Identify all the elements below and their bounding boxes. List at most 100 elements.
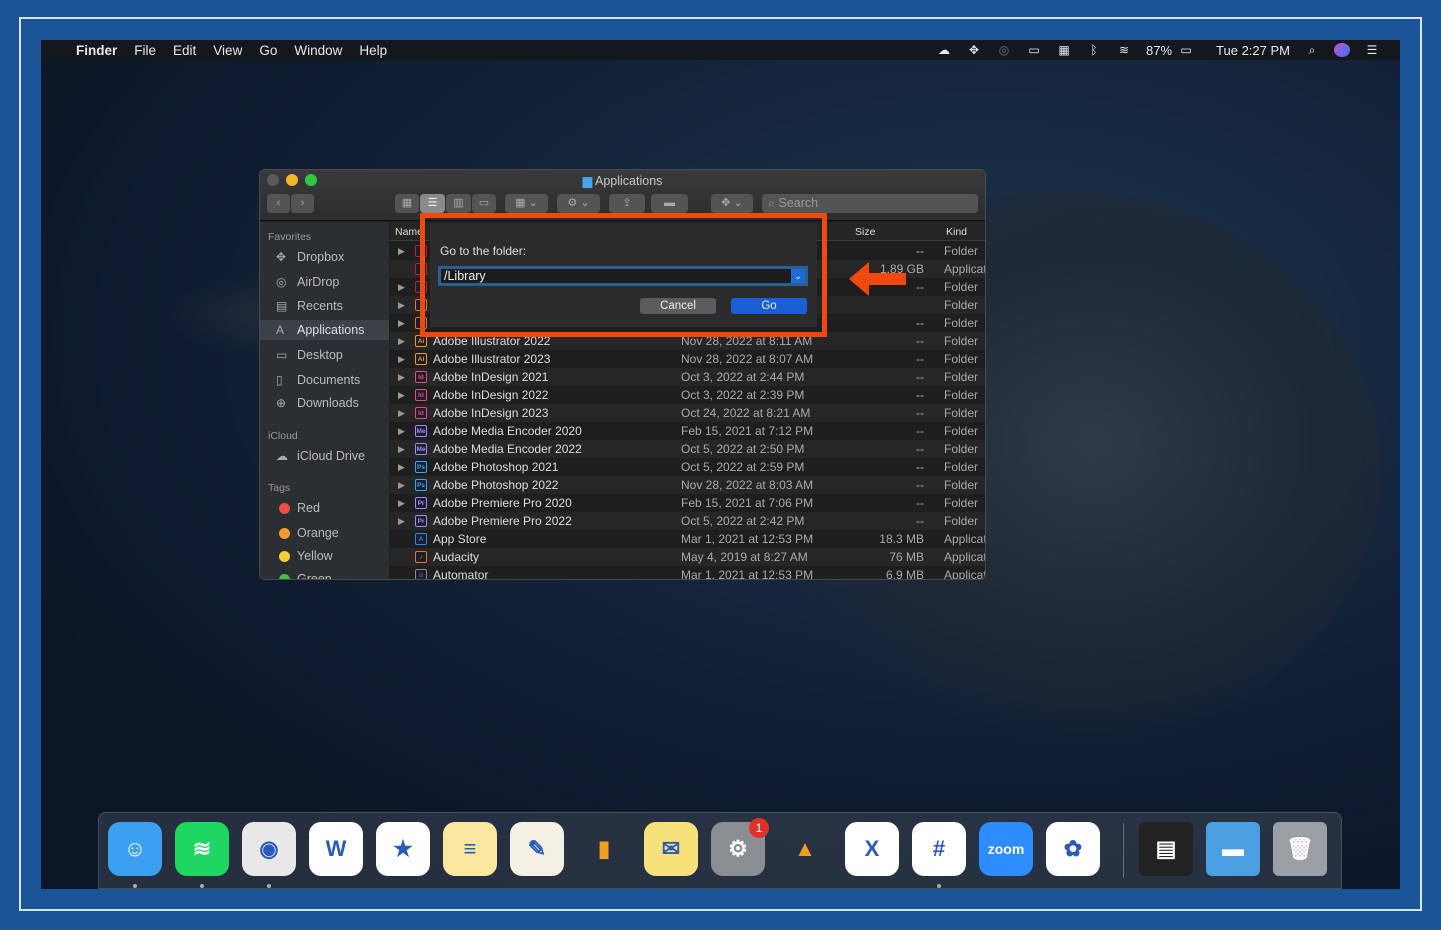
sidebar-item-applications[interactable]: A Applications [260, 320, 389, 340]
notification-center-icon[interactable]: ☰ [1364, 43, 1380, 57]
table-row[interactable]: A App Store Mar 1, 2021 at 12:53 PM 18.3 MB… [390, 530, 985, 548]
share-button[interactable]: ⇪ [609, 194, 645, 213]
chevron-down-icon[interactable]: ⌄ [791, 269, 805, 283]
dropbox-icon[interactable]: ✥ [966, 43, 982, 57]
disclosure-triangle-icon[interactable]: ▶ [398, 350, 405, 368]
go-button[interactable]: Go [731, 298, 807, 314]
disclosure-triangle-icon[interactable]: ▶ [398, 386, 405, 404]
search-icon[interactable]: ⌕ [1304, 43, 1320, 57]
spotify-icon[interactable]: ≋ [175, 822, 229, 876]
numbers-icon[interactable]: ▮ [577, 822, 631, 876]
file-size: 18.3 MB [879, 532, 924, 546]
menu-window[interactable]: Window [294, 43, 342, 58]
menu-file[interactable]: File [134, 43, 156, 58]
disclosure-triangle-icon[interactable]: ▶ [398, 332, 405, 350]
screenshot-icon[interactable]: ▤ [1139, 822, 1193, 876]
sidebar-item-airdrop[interactable]: ◎ AirDrop [260, 272, 389, 292]
menu-view[interactable]: View [213, 43, 242, 58]
sidebar-item-recents[interactable]: ▤ Recents [260, 296, 389, 316]
battery-icon[interactable]: ▭ [1176, 43, 1196, 57]
table-row[interactable]: ▶ Ps Adobe Photoshop 2021 Oct 5, 2022 at 2:… [390, 458, 985, 476]
table-row[interactable]: ▶ Id Adobe InDesign 2021 Oct 3, 2022 at 2:4… [390, 368, 985, 386]
pages-icon[interactable]: ✎ [510, 822, 564, 876]
list-view-button[interactable]: ☰ [420, 194, 445, 213]
disclosure-triangle-icon[interactable]: ▶ [398, 440, 405, 458]
file-size: -- [916, 406, 924, 420]
group-button[interactable]: ▦ ⌄ [505, 194, 548, 213]
finder-icon[interactable]: ☺ [108, 822, 162, 876]
cancel-button[interactable]: Cancel [640, 298, 716, 314]
chrome-icon[interactable]: ◉ [242, 822, 296, 876]
sidebar-tag-orange[interactable]: Orange [260, 523, 389, 543]
gallery-view-button[interactable]: ▭ [472, 194, 496, 213]
wifi-icon[interactable]: ≋ [1116, 43, 1132, 57]
column-view-button[interactable]: ▥ [446, 194, 471, 213]
sidebar-item-icloud-drive[interactable]: ☁ iCloud Drive [260, 446, 389, 466]
photos-icon[interactable]: ✿ [1046, 822, 1100, 876]
stickies-icon[interactable]: ✉ [644, 822, 698, 876]
table-row[interactable]: ▶ Me Adobe Media Encoder 2022 Oct 5, 2022 a… [390, 440, 985, 458]
folder-path-input[interactable]: /Library ⌄ [438, 266, 808, 286]
disclosure-triangle-icon[interactable]: ▶ [398, 278, 405, 296]
table-row[interactable]: ▶ Pr Adobe Premiere Pro 2020 Feb 15, 2021 a… [390, 494, 985, 512]
file-name: Adobe Photoshop 2022 [433, 478, 559, 492]
clock[interactable]: Tue 2:27 PM [1216, 43, 1290, 58]
folder-icon[interactable]: ▬ [1206, 822, 1260, 876]
excel-icon[interactable]: X [845, 822, 899, 876]
table-row[interactable]: ▶ Id Adobe InDesign 2023 Oct 24, 2022 at 8:… [390, 404, 985, 422]
table-row[interactable]: ♪ Audacity May 4, 2019 at 8:27 AM 76 MB Appl… [390, 548, 985, 566]
column-size[interactable]: Size [855, 226, 875, 238]
search-input[interactable]: ⌕ Search [762, 194, 978, 213]
tag-button[interactable]: ▬ [651, 194, 688, 213]
creative-cloud-icon[interactable]: ☁ [936, 43, 952, 57]
column-name[interactable]: Name [395, 226, 423, 238]
disclosure-triangle-icon[interactable]: ▶ [398, 242, 405, 260]
table-row[interactable]: ▶ Pr Adobe Premiere Pro 2022 Oct 5, 2022 at… [390, 512, 985, 530]
icon-view-button[interactable]: ▦ [395, 194, 419, 213]
table-row[interactable]: ▶ Id Adobe InDesign 2022 Oct 3, 2022 at 2:3… [390, 386, 985, 404]
sidebar-item-dropbox[interactable]: ✥ Dropbox [260, 247, 389, 267]
disclosure-triangle-icon[interactable]: ▶ [398, 476, 405, 494]
bluetooth-icon[interactable]: ᛒ [1086, 43, 1102, 57]
sidebar-item-downloads[interactable]: ⊕ Downloads [260, 393, 389, 413]
sidebar-tag-red[interactable]: Red [260, 498, 389, 518]
disclosure-triangle-icon[interactable]: ▶ [398, 422, 405, 440]
menu-edit[interactable]: Edit [173, 43, 196, 58]
disclosure-triangle-icon[interactable]: ▶ [398, 404, 405, 422]
disclosure-triangle-icon[interactable]: ▶ [398, 494, 405, 512]
sidebar-tag-green[interactable]: Green [260, 569, 389, 579]
column-kind[interactable]: Kind [946, 226, 967, 238]
imovie-icon[interactable]: ★ [376, 822, 430, 876]
word-icon[interactable]: W [309, 822, 363, 876]
forward-button[interactable]: › [291, 194, 314, 213]
disclosure-triangle-icon[interactable]: ▶ [398, 368, 405, 386]
zoom-icon[interactable]: zoom [979, 822, 1033, 876]
file-kind: Folder [944, 244, 979, 258]
table-row[interactable]: ☺ Automator Mar 1, 2021 at 12:53 PM 6.9 MB A… [390, 566, 985, 579]
disclosure-triangle-icon[interactable]: ▶ [398, 296, 405, 314]
trash-icon[interactable]: 🗑 [1273, 822, 1327, 876]
action-gear-button[interactable]: ⚙ ⌄ [557, 194, 600, 213]
sidebar-item-documents[interactable]: ▯ Documents [260, 370, 389, 390]
menu-go[interactable]: Go [259, 43, 277, 58]
notes-icon[interactable]: ≡ [443, 822, 497, 876]
sidebar-tag-yellow[interactable]: Yellow [260, 546, 389, 566]
google-drive-icon[interactable]: ▲ [778, 822, 832, 876]
back-button[interactable]: ‹ [267, 194, 290, 213]
downloads-icon: ⊕ [276, 396, 287, 410]
disclosure-triangle-icon[interactable]: ▶ [398, 314, 405, 332]
disclosure-triangle-icon[interactable]: ▶ [398, 458, 405, 476]
menu-finder[interactable]: Finder [76, 43, 117, 58]
table-row[interactable]: ▶ Ps Adobe Photoshop 2022 Nov 28, 2022 at 8… [390, 476, 985, 494]
disclosure-triangle-icon[interactable]: ▶ [398, 512, 405, 530]
spotlight-alt-icon[interactable]: ◎ [996, 43, 1012, 57]
slack-icon[interactable]: # [912, 822, 966, 876]
control-icon[interactable]: ▦ [1056, 43, 1072, 57]
sidebar-item-desktop[interactable]: ▭ Desktop [260, 345, 389, 365]
siri-icon[interactable] [1334, 43, 1350, 57]
table-row[interactable]: ▶ Me Adobe Media Encoder 2020 Feb 15, 2021 … [390, 422, 985, 440]
dropbox-toolbar-button[interactable]: ✥ ⌄ [711, 194, 753, 213]
airplay-icon[interactable]: ▭ [1026, 43, 1042, 57]
menu-help[interactable]: Help [359, 43, 387, 58]
table-row[interactable]: ▶ Ai Adobe Illustrator 2023 Nov 28, 2022 at… [390, 350, 985, 368]
